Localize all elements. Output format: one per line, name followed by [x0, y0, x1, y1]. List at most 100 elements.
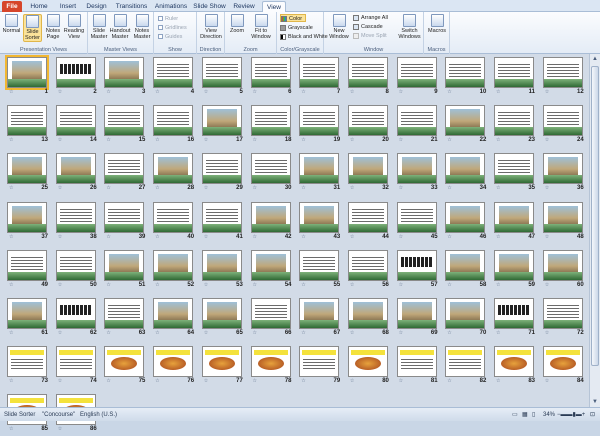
slide-thumbnail[interactable]: ☆ 24 — [542, 104, 586, 147]
transition-icon[interactable]: ☆ — [399, 137, 405, 143]
transition-icon[interactable]: ☆ — [106, 234, 112, 240]
transition-icon[interactable]: ☆ — [301, 89, 307, 95]
slide-thumbnail[interactable]: ☆ 3 — [103, 56, 147, 99]
transition-icon[interactable]: ☆ — [204, 89, 210, 95]
reading-view-button[interactable]: Reading View — [63, 14, 85, 40]
transition-icon[interactable]: ☆ — [301, 234, 307, 240]
transition-icon[interactable]: ☆ — [58, 89, 64, 95]
slide-thumbnail[interactable]: ☆ 57 — [396, 249, 440, 292]
transition-icon[interactable]: ☆ — [545, 89, 551, 95]
slide-thumbnail[interactable]: ☆ 14 — [55, 104, 99, 147]
handout-master-button[interactable]: Handout Master — [109, 14, 131, 40]
transition-icon[interactable]: ☆ — [9, 282, 15, 288]
slide-thumbnail[interactable]: ☆ 83 — [493, 345, 537, 388]
slide-sorter-status-icon[interactable]: ▦ — [522, 408, 528, 422]
slide-thumbnail[interactable]: ☆ 32 — [347, 152, 391, 195]
notes-master-button[interactable]: Notes Master — [132, 14, 152, 40]
slide-thumbnail[interactable]: ☆ 21 — [396, 104, 440, 147]
slide-thumbnail[interactable]: ☆ 70 — [444, 297, 488, 340]
transition-icon[interactable]: ☆ — [253, 185, 259, 191]
slide-thumbnail[interactable]: ☆ 29 — [201, 152, 245, 195]
slide-thumbnail[interactable]: ☆ 7 — [298, 56, 342, 99]
transition-icon[interactable]: ☆ — [447, 137, 453, 143]
transition-icon[interactable]: ☆ — [58, 330, 64, 336]
slide-thumbnail[interactable]: ☆ 80 — [347, 345, 391, 388]
view-direction-button[interactable]: View Direction — [200, 14, 222, 40]
slide-thumbnail[interactable]: ☆ 11 — [493, 56, 537, 99]
transition-icon[interactable]: ☆ — [496, 185, 502, 191]
transition-icon[interactable]: ☆ — [399, 378, 405, 384]
slide-thumbnail[interactable]: ☆ 56 — [347, 249, 391, 292]
slide-thumbnail[interactable]: ☆ 49 — [6, 249, 50, 292]
transition-icon[interactable]: ☆ — [253, 234, 259, 240]
slide-thumbnail[interactable]: ☆ 51 — [103, 249, 147, 292]
tab-review[interactable]: Review — [231, 1, 257, 12]
normal-view-button[interactable]: Normal — [2, 14, 21, 34]
transition-icon[interactable]: ☆ — [58, 137, 64, 143]
transition-icon[interactable]: ☆ — [545, 378, 551, 384]
slide-thumbnail[interactable]: ☆ 55 — [298, 249, 342, 292]
slide-thumbnail[interactable]: ☆ 53 — [201, 249, 245, 292]
slide-master-button[interactable]: Slide Master — [89, 14, 109, 40]
slide-thumbnail[interactable]: ☆ 84 — [542, 345, 586, 388]
vertical-scrollbar[interactable]: ▲ ▼ — [589, 54, 600, 407]
slide-thumbnail[interactable]: ☆ 20 — [347, 104, 391, 147]
ruler-checkbox[interactable]: Ruler — [158, 15, 178, 23]
transition-icon[interactable]: ☆ — [9, 330, 15, 336]
scroll-down-icon[interactable]: ▼ — [590, 397, 600, 407]
arrange-all-button[interactable]: Arrange All — [353, 14, 388, 22]
transition-icon[interactable]: ☆ — [204, 137, 210, 143]
slide-thumbnail[interactable]: ☆ 45 — [396, 201, 440, 244]
slide-thumbnail[interactable]: ☆ 40 — [152, 201, 196, 244]
transition-icon[interactable]: ☆ — [204, 378, 210, 384]
slide-thumbnail[interactable]: ☆ 38 — [55, 201, 99, 244]
slide-thumbnail[interactable]: ☆ 81 — [396, 345, 440, 388]
transition-icon[interactable]: ☆ — [399, 282, 405, 288]
slide-thumbnail[interactable]: ☆ 73 — [6, 345, 50, 388]
transition-icon[interactable]: ☆ — [496, 137, 502, 143]
transition-icon[interactable]: ☆ — [9, 378, 15, 384]
slide-thumbnail[interactable]: ☆ 22 — [444, 104, 488, 147]
transition-icon[interactable]: ☆ — [58, 426, 64, 432]
slide-thumbnail[interactable]: ☆ 28 — [152, 152, 196, 195]
transition-icon[interactable]: ☆ — [204, 282, 210, 288]
transition-icon[interactable]: ☆ — [106, 282, 112, 288]
slide-thumbnail[interactable]: ☆ 65 — [201, 297, 245, 340]
slide-thumbnail[interactable]: ☆ 62 — [55, 297, 99, 340]
slide-thumbnail[interactable]: ☆ 1 — [5, 55, 50, 99]
transition-icon[interactable]: ☆ — [399, 89, 405, 95]
slide-thumbnail[interactable]: ☆ 2 — [55, 56, 99, 99]
slide-thumbnail[interactable]: ☆ 6 — [250, 56, 294, 99]
slide-thumbnail[interactable]: ☆ 36 — [542, 152, 586, 195]
fit-slide-icon[interactable]: ⊡ — [590, 408, 595, 422]
slide-thumbnail[interactable]: ☆ 77 — [201, 345, 245, 388]
transition-icon[interactable]: ☆ — [496, 282, 502, 288]
slide-thumbnail[interactable]: ☆ 76 — [152, 345, 196, 388]
transition-icon[interactable]: ☆ — [58, 378, 64, 384]
slide-thumbnail[interactable]: ☆ 13 — [6, 104, 50, 147]
gridlines-checkbox[interactable]: Gridlines — [158, 24, 187, 32]
transition-icon[interactable]: ☆ — [399, 330, 405, 336]
transition-icon[interactable]: ☆ — [204, 185, 210, 191]
slide-thumbnail[interactable]: ☆ 50 — [55, 249, 99, 292]
slide-thumbnail[interactable]: ☆ 8 — [347, 56, 391, 99]
slide-thumbnail[interactable]: ☆ 74 — [55, 345, 99, 388]
transition-icon[interactable]: ☆ — [106, 89, 112, 95]
switch-windows-button[interactable]: Switch Windows — [396, 14, 423, 40]
move-split-button[interactable]: Move Split — [353, 32, 387, 40]
slide-thumbnail[interactable]: ☆ 67 — [298, 297, 342, 340]
tab-file[interactable]: File — [2, 1, 22, 12]
slide-thumbnail[interactable]: ☆ 63 — [103, 297, 147, 340]
transition-icon[interactable]: ☆ — [399, 234, 405, 240]
slide-sorter-button[interactable]: Slide Sorter — [23, 14, 42, 42]
transition-icon[interactable]: ☆ — [350, 137, 356, 143]
slide-thumbnail[interactable]: ☆ 16 — [152, 104, 196, 147]
cascade-button[interactable]: Cascade — [353, 23, 383, 31]
transition-icon[interactable]: ☆ — [253, 89, 259, 95]
slide-thumbnail[interactable]: ☆ 17 — [201, 104, 245, 147]
transition-icon[interactable]: ☆ — [545, 234, 551, 240]
transition-icon[interactable]: ☆ — [447, 234, 453, 240]
slide-thumbnail[interactable]: ☆ 69 — [396, 297, 440, 340]
tab-insert[interactable]: Insert — [56, 1, 80, 12]
slide-thumbnail[interactable]: ☆ 60 — [542, 249, 586, 292]
